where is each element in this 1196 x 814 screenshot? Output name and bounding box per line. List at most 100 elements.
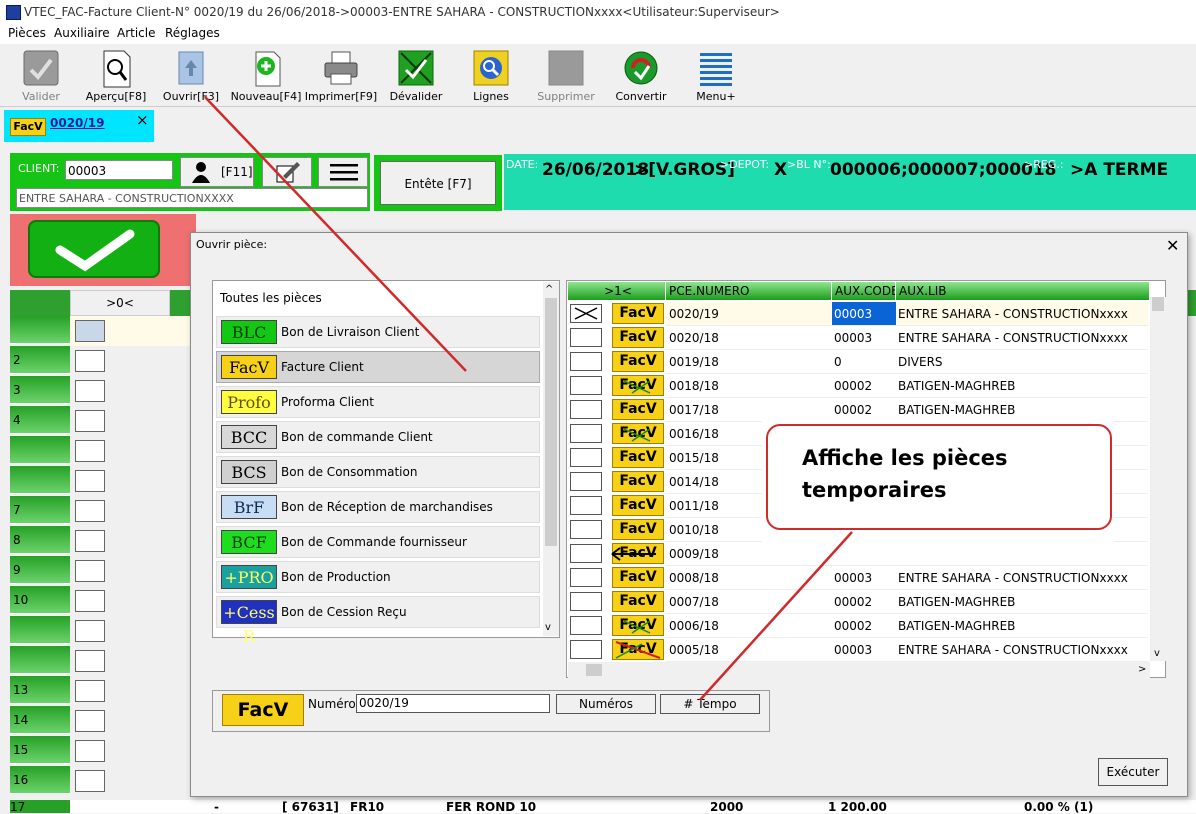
grid-cell-lib[interactable]: BATIGEN-MAGHREB	[896, 614, 1148, 638]
bg-row-checkbox[interactable]	[75, 710, 105, 732]
grid-cell-code[interactable]: 0	[832, 350, 896, 374]
grid-vscroll-thumb[interactable]	[1152, 297, 1164, 311]
grid-row-checkbox[interactable]	[570, 496, 602, 515]
client-code-field[interactable]: 00003	[65, 160, 173, 180]
grid-row-checkbox[interactable]	[570, 448, 602, 467]
grid-row-checkbox[interactable]	[570, 328, 602, 347]
dialog-close-icon[interactable]: ✕	[1166, 236, 1179, 255]
preview-button[interactable]: Aperçu[F8]	[78, 48, 154, 106]
grid-cell-numero[interactable]: 0018/18	[666, 374, 832, 398]
grid-cell-lib[interactable]: ENTRE SAHARA - CONSTRUCTIONxxxx	[896, 302, 1148, 326]
document-tab[interactable]: FacV 0020/19 ×	[4, 110, 154, 142]
new-button[interactable]: Nouveau[F4]	[228, 48, 304, 106]
bg-row-checkbox[interactable]	[75, 500, 105, 522]
grid-cell-numero[interactable]: 0020/19	[666, 302, 832, 326]
grid-header-lib[interactable]: AUX.LIB	[896, 282, 1150, 300]
doc-type-item[interactable]: Profo Proforma Client	[216, 386, 540, 418]
grid-header-code[interactable]: AUX.CODE	[832, 282, 896, 300]
grid-row-checkbox[interactable]	[570, 472, 602, 491]
grid-row-checkbox[interactable]	[570, 304, 602, 323]
doc-type-item[interactable]: BCF Bon de Commande fournisseur	[216, 526, 540, 558]
bg-row-checkbox[interactable]	[75, 530, 105, 552]
doc-tab-close-icon[interactable]: ×	[136, 111, 149, 129]
doc-type-item[interactable]: FacV Facture Client	[216, 351, 540, 383]
print-button[interactable]: Imprimer[F9]	[303, 48, 379, 106]
numeros-button[interactable]: Numéros	[556, 694, 656, 714]
doc-type-item[interactable]: BCS Bon de Consommation	[216, 456, 540, 488]
validate-button[interactable]: Valider	[3, 48, 79, 106]
doc-type-item[interactable]: +Cess R Bon de Cession Reçu	[216, 596, 540, 646]
bg-row-checkbox[interactable]	[75, 740, 105, 762]
menu-article[interactable]: Article	[117, 26, 156, 40]
tempo-button[interactable]: # Tempo	[660, 694, 760, 714]
grid-cell-code[interactable]: 00002	[832, 614, 896, 638]
grid-cell-numero[interactable]: 0007/18	[666, 590, 832, 614]
bg-row-checkbox[interactable]	[75, 470, 105, 492]
grid-cell-code[interactable]: 00003	[832, 566, 896, 590]
doc-type-item[interactable]: BLC Bon de Livraison Client	[216, 316, 540, 348]
grid-cell-code[interactable]: 00003	[832, 638, 896, 662]
menu-auxiliaire[interactable]: Auxiliaire	[54, 26, 110, 40]
grid-cell-numero[interactable]: 0006/18	[666, 614, 832, 638]
grid-header-marker[interactable]: >1<	[568, 282, 666, 300]
bg-row-checkbox[interactable]	[75, 440, 105, 462]
grid-row-checkbox[interactable]	[570, 424, 602, 443]
grid-row-checkbox[interactable]	[570, 640, 602, 659]
grid-cell-lib[interactable]: BATIGEN-MAGHREB	[896, 590, 1148, 614]
bg-row-checkbox[interactable]	[75, 560, 105, 582]
doc-list-scroll-thumb[interactable]	[545, 298, 557, 546]
scroll-down-icon[interactable]: v	[545, 622, 551, 633]
execute-button[interactable]: Exécuter	[1098, 758, 1168, 786]
big-validate-button[interactable]	[28, 220, 160, 278]
grid-row-checkbox[interactable]	[570, 352, 602, 371]
grid-header-numero[interactable]: PCE.NUMERO	[666, 282, 832, 300]
grid-cell-numero[interactable]: 0008/18	[666, 566, 832, 590]
scroll-up-icon[interactable]: ^	[545, 284, 553, 295]
bg-row-checkbox[interactable]	[75, 680, 105, 702]
grid-cell-lib[interactable]: ENTRE SAHARA - CONSTRUCTIONxxxx	[896, 566, 1148, 590]
client-menu-button[interactable]	[318, 157, 368, 187]
convert-button[interactable]: Convertir	[603, 48, 679, 106]
entete-button[interactable]: Entête [F7]	[380, 161, 496, 205]
grid-cell-code[interactable]: 00002	[832, 590, 896, 614]
bg-row-checkbox[interactable]	[75, 770, 105, 792]
lines-button[interactable]: Lignes	[453, 48, 529, 106]
grid-row-checkbox[interactable]	[570, 544, 602, 563]
all-documents-item[interactable]: Toutes les pièces	[220, 291, 322, 305]
client-lookup-button[interactable]: [F11]	[180, 157, 254, 187]
grid-cell-numero[interactable]: 0005/18	[666, 638, 832, 662]
grid-row-checkbox[interactable]	[570, 520, 602, 539]
numero-input[interactable]: 0020/19	[356, 694, 550, 713]
grid-cell-code[interactable]: 00003	[832, 326, 896, 350]
grid-cell-numero[interactable]: 0020/18	[666, 326, 832, 350]
grid-cell-lib[interactable]: ENTRE SAHARA - CONSTRUCTIONxxxx	[896, 638, 1148, 662]
bg-row-checkbox[interactable]	[75, 320, 105, 342]
menu-plus-button[interactable]: Menu+	[678, 48, 754, 106]
doc-type-item[interactable]: BrF Bon de Réception de marchandises	[216, 491, 540, 523]
grid-cell-lib[interactable]: BATIGEN-MAGHREB	[896, 374, 1148, 398]
doc-type-item[interactable]: BCC Bon de commande Client	[216, 421, 540, 453]
open-button[interactable]: Ouvrir[F3]	[153, 48, 229, 106]
grid-cell-lib[interactable]: ENTRE SAHARA - CONSTRUCTIONxxxx	[896, 326, 1148, 350]
grid-cell-numero[interactable]: 0019/18	[666, 350, 832, 374]
menu-reglages[interactable]: Réglages	[165, 26, 220, 40]
bg-row-checkbox[interactable]	[75, 380, 105, 402]
grid-cell-code[interactable]: 00003	[832, 302, 896, 326]
bg-row-checkbox[interactable]	[75, 590, 105, 612]
grid-scroll-right-icon[interactable]: >	[1138, 664, 1146, 675]
menu-pieces[interactable]: Pièces	[8, 26, 46, 40]
grid-hscroll-thumb[interactable]	[586, 664, 602, 676]
grid-row-checkbox[interactable]	[570, 616, 602, 635]
grid-cell-lib[interactable]: DIVERS	[896, 350, 1148, 374]
grid-scroll-down-icon[interactable]: v	[1154, 648, 1160, 659]
client-name-field[interactable]: ENTRE SAHARA - CONSTRUCTIONXXXX	[16, 188, 368, 208]
grid-row-checkbox[interactable]	[570, 592, 602, 611]
delete-button[interactable]: Supprimer	[528, 48, 604, 106]
bg-row-checkbox[interactable]	[75, 410, 105, 432]
doc-type-item[interactable]: +PRO Bon de Production	[216, 561, 540, 593]
unvalidate-button[interactable]: Dévalider	[378, 48, 454, 106]
grid-cell-code[interactable]: 00002	[832, 374, 896, 398]
grid-row-checkbox[interactable]	[570, 568, 602, 587]
grid-vertical-scrollbar[interactable]	[1150, 297, 1166, 661]
grid-row-checkbox[interactable]	[570, 376, 602, 395]
